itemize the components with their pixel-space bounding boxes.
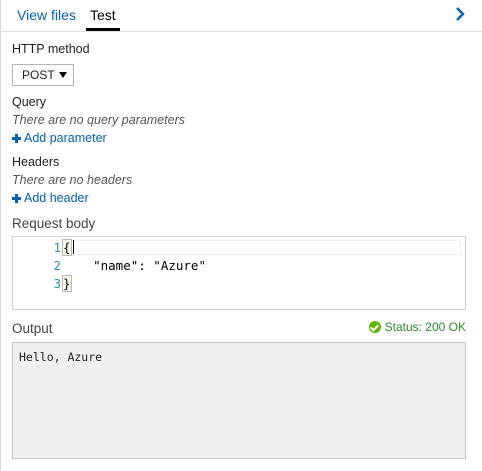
active-tab-indicator bbox=[86, 28, 120, 31]
matched-bracket: } bbox=[62, 275, 72, 292]
output-box: Hello, Azure bbox=[12, 342, 466, 459]
status-badge: Status: 200 OK bbox=[368, 320, 466, 334]
http-method-value: POST bbox=[22, 68, 55, 82]
add-parameter-label: Add parameter bbox=[24, 131, 107, 145]
line-number: 1 bbox=[53, 240, 61, 255]
plus-icon bbox=[12, 133, 21, 143]
code-line: } bbox=[62, 275, 72, 292]
request-body-editor[interactable]: 1 2 3 { "name": "Azure" } bbox=[12, 236, 466, 310]
editor-code-area[interactable]: { "name": "Azure" } bbox=[61, 237, 465, 309]
text-cursor bbox=[73, 240, 74, 254]
tab-test[interactable]: Test bbox=[90, 6, 116, 26]
add-header-link[interactable]: Add header bbox=[12, 191, 89, 205]
checkmark-circle-icon bbox=[368, 321, 381, 333]
add-header-label: Add header bbox=[24, 191, 89, 205]
code-line: "name": "Azure" bbox=[63, 258, 206, 273]
tab-bar: View files Test bbox=[0, 0, 482, 32]
line-number: 3 bbox=[53, 276, 61, 291]
query-empty-text: There are no query parameters bbox=[12, 113, 186, 127]
matched-bracket: { bbox=[62, 239, 72, 256]
editor-gutter: 1 2 3 bbox=[13, 237, 61, 309]
current-line-highlight bbox=[63, 240, 461, 255]
output-label: Output bbox=[12, 321, 53, 336]
caret-down-icon bbox=[59, 72, 67, 78]
output-text: Hello, Azure bbox=[19, 350, 103, 364]
plus-icon bbox=[12, 193, 21, 203]
add-parameter-link[interactable]: Add parameter bbox=[12, 131, 107, 145]
http-method-select[interactable]: POST bbox=[12, 64, 74, 86]
query-label: Query bbox=[12, 95, 47, 109]
headers-empty-text: There are no headers bbox=[12, 173, 133, 187]
code-line: { bbox=[62, 239, 72, 256]
status-text: Status: 200 OK bbox=[384, 320, 466, 334]
line-number: 2 bbox=[53, 258, 61, 273]
http-method-label: HTTP method bbox=[12, 42, 90, 56]
headers-label: Headers bbox=[12, 155, 60, 169]
panel-left-border bbox=[0, 0, 1, 471]
chevron-right-icon[interactable] bbox=[452, 6, 468, 22]
request-body-label: Request body bbox=[12, 216, 96, 231]
tab-view-files[interactable]: View files bbox=[17, 6, 76, 26]
